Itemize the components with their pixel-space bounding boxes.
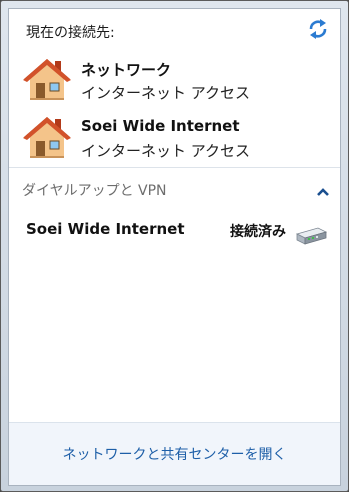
connection-status: インターネット アクセス [81, 84, 251, 102]
modem-icon [294, 224, 328, 246]
current-connections-label: 現在の接続先: [26, 25, 115, 41]
refresh-icon[interactable] [307, 18, 329, 40]
dialup-connection-name: Soei Wide Internet [26, 220, 185, 238]
connection-item[interactable]: ネットワーク インターネット アクセス [21, 53, 331, 109]
open-network-center-link[interactable]: ネットワークと共有センターを開く [9, 444, 340, 464]
dialup-section-title: ダイヤルアップと VPN [22, 183, 167, 199]
house-icon [21, 111, 73, 163]
dialup-section-header[interactable]: ダイヤルアップと VPN [9, 168, 340, 206]
flyout-footer: ネットワークと共有センターを開く [9, 422, 340, 485]
connection-status: インターネット アクセス [81, 142, 251, 160]
chevron-up-icon[interactable] [316, 182, 330, 196]
dialup-connection-status: 接続済み [230, 224, 286, 240]
network-flyout: 現在の接続先: ネットワーク インターネット アクセス Soei Wide In… [0, 0, 349, 492]
connection-item[interactable]: Soei Wide Internet インターネット アクセス [21, 111, 331, 167]
connection-name: Soei Wide Internet [81, 117, 240, 135]
dialup-connection-item[interactable]: Soei Wide Internet 接続済み [9, 213, 340, 253]
house-icon [21, 53, 73, 105]
flyout-content: 現在の接続先: ネットワーク インターネット アクセス Soei Wide In… [8, 8, 341, 486]
connection-name: ネットワーク [81, 61, 172, 79]
